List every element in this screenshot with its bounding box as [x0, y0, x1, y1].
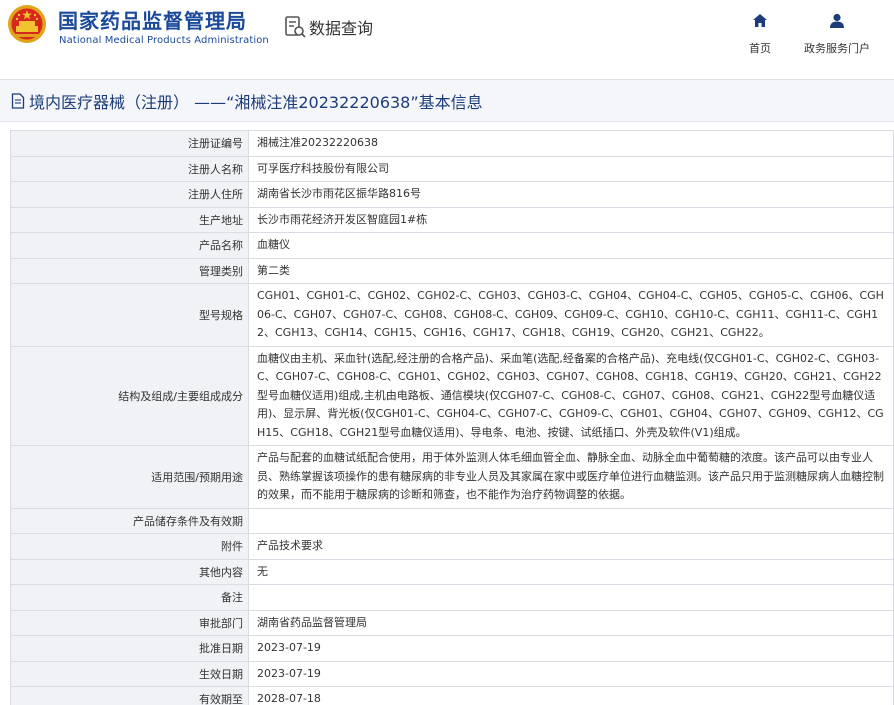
row-value: 2023-07-19 [248, 660, 894, 687]
data-query-link[interactable]: 数据查询 [283, 14, 373, 40]
row-value: 2028-07-18 [248, 686, 894, 705]
row-value: 可孚医疗科技股份有限公司 [248, 155, 894, 182]
row-label: 备注 [10, 584, 249, 611]
row-label: 生产地址 [10, 206, 249, 233]
table-row: 其他内容 无 [10, 558, 894, 585]
row-value: 血糖仪 [248, 232, 894, 259]
table-row: 生效日期 2023-07-19 [10, 660, 894, 687]
table-row: 有效期至 2028-07-18 [10, 686, 894, 705]
row-label: 其他内容 [10, 558, 249, 585]
nav-gov-service-portal[interactable]: 政务服务门户 [796, 12, 878, 56]
site-header: 国家药品监督管理局 National Medical Products Admi… [0, 0, 894, 78]
table-row: 备注 [10, 584, 894, 611]
nav-home[interactable]: 首页 [740, 12, 780, 56]
row-value: 长沙市雨花经济开发区智庭园1#栋 [248, 206, 894, 233]
table-row: 型号规格 CGH01、CGH01-C、CGH02、CGH02-C、CGH03、C… [10, 283, 894, 347]
table-row: 管理类别 第二类 [10, 257, 894, 284]
table-row: 产品储存条件及有效期 [10, 507, 894, 534]
table-row: 注册人名称 可孚医疗科技股份有限公司 [10, 155, 894, 182]
row-label: 附件 [10, 533, 249, 560]
row-value [248, 584, 894, 611]
org-name-cn[interactable]: 国家药品监督管理局 [58, 5, 247, 34]
table-row: 附件 产品技术要求 [10, 533, 894, 560]
org-name-en[interactable]: National Medical Products Administration [59, 35, 269, 46]
row-value: 2023-07-19 [248, 635, 894, 662]
user-icon [830, 13, 844, 28]
table-row: 注册证编号 湘械注准20232220638 [10, 130, 894, 157]
row-value: 湘械注准20232220638 [248, 130, 894, 157]
row-label: 产品名称 [10, 232, 249, 259]
document-icon [11, 92, 25, 109]
row-label: 注册证编号 [10, 130, 249, 157]
table-row: 批准日期 2023-07-19 [10, 635, 894, 662]
row-label: 有效期至 [10, 686, 249, 705]
row-label: 注册人住所 [10, 181, 249, 208]
table-row: 审批部门 湖南省药品监督管理局 [10, 609, 894, 636]
row-value: 湖南省药品监督管理局 [248, 609, 894, 636]
row-value: 无 [248, 558, 894, 585]
row-label: 审批部门 [10, 609, 249, 636]
table-row: 适用范围/预期用途 产品与配套的血糖试纸配合使用，用于体外监测人体毛细血管全血、… [10, 445, 894, 509]
row-value: 湖南省长沙市雨花区振华路816号 [248, 181, 894, 208]
table-row: 产品名称 血糖仪 [10, 232, 894, 259]
device-info-table: 注册证编号 湘械注准20232220638 注册人名称 可孚医疗科技股份有限公司… [10, 130, 894, 705]
nav-home-label: 首页 [749, 42, 771, 55]
page-title: 境内医疗器械（注册） ——“湘械注准20232220638”基本信息 [29, 92, 483, 112]
data-query-label: 数据查询 [309, 19, 374, 38]
row-label: 生效日期 [10, 660, 249, 687]
row-value: CGH01、CGH01-C、CGH02、CGH02-C、CGH03、CGH03-… [248, 283, 894, 347]
table-row: 生产地址 长沙市雨花经济开发区智庭园1#栋 [10, 206, 894, 233]
row-label: 注册人名称 [10, 155, 249, 182]
national-emblem-icon[interactable] [7, 4, 47, 44]
row-value: 产品与配套的血糖试纸配合使用，用于体外监测人体毛细血管全血、静脉全血、动脉全血中… [248, 445, 894, 509]
document-search-icon [285, 16, 306, 38]
row-label: 型号规格 [10, 283, 249, 347]
row-label: 结构及组成/主要组成成分 [10, 345, 249, 446]
row-value: 第二类 [248, 257, 894, 284]
table-row: 结构及组成/主要组成成分 血糖仪由主机、采血针(选配,经注册的合格产品)、采血笔… [10, 345, 894, 446]
row-label: 适用范围/预期用途 [10, 445, 249, 509]
home-icon [753, 14, 767, 27]
row-label: 产品储存条件及有效期 [10, 507, 249, 534]
page-title-bar: 境内医疗器械（注册） ——“湘械注准20232220638”基本信息 [0, 79, 894, 122]
row-label: 批准日期 [10, 635, 249, 662]
row-value: 产品技术要求 [248, 533, 894, 560]
row-value [248, 507, 894, 534]
table-row: 注册人住所 湖南省长沙市雨花区振华路816号 [10, 181, 894, 208]
row-value: 血糖仪由主机、采血针(选配,经注册的合格产品)、采血笔(选配,经备案的合格产品)… [248, 345, 894, 446]
nav-gov-service-portal-label: 政务服务门户 [804, 42, 870, 55]
row-label: 管理类别 [10, 257, 249, 284]
